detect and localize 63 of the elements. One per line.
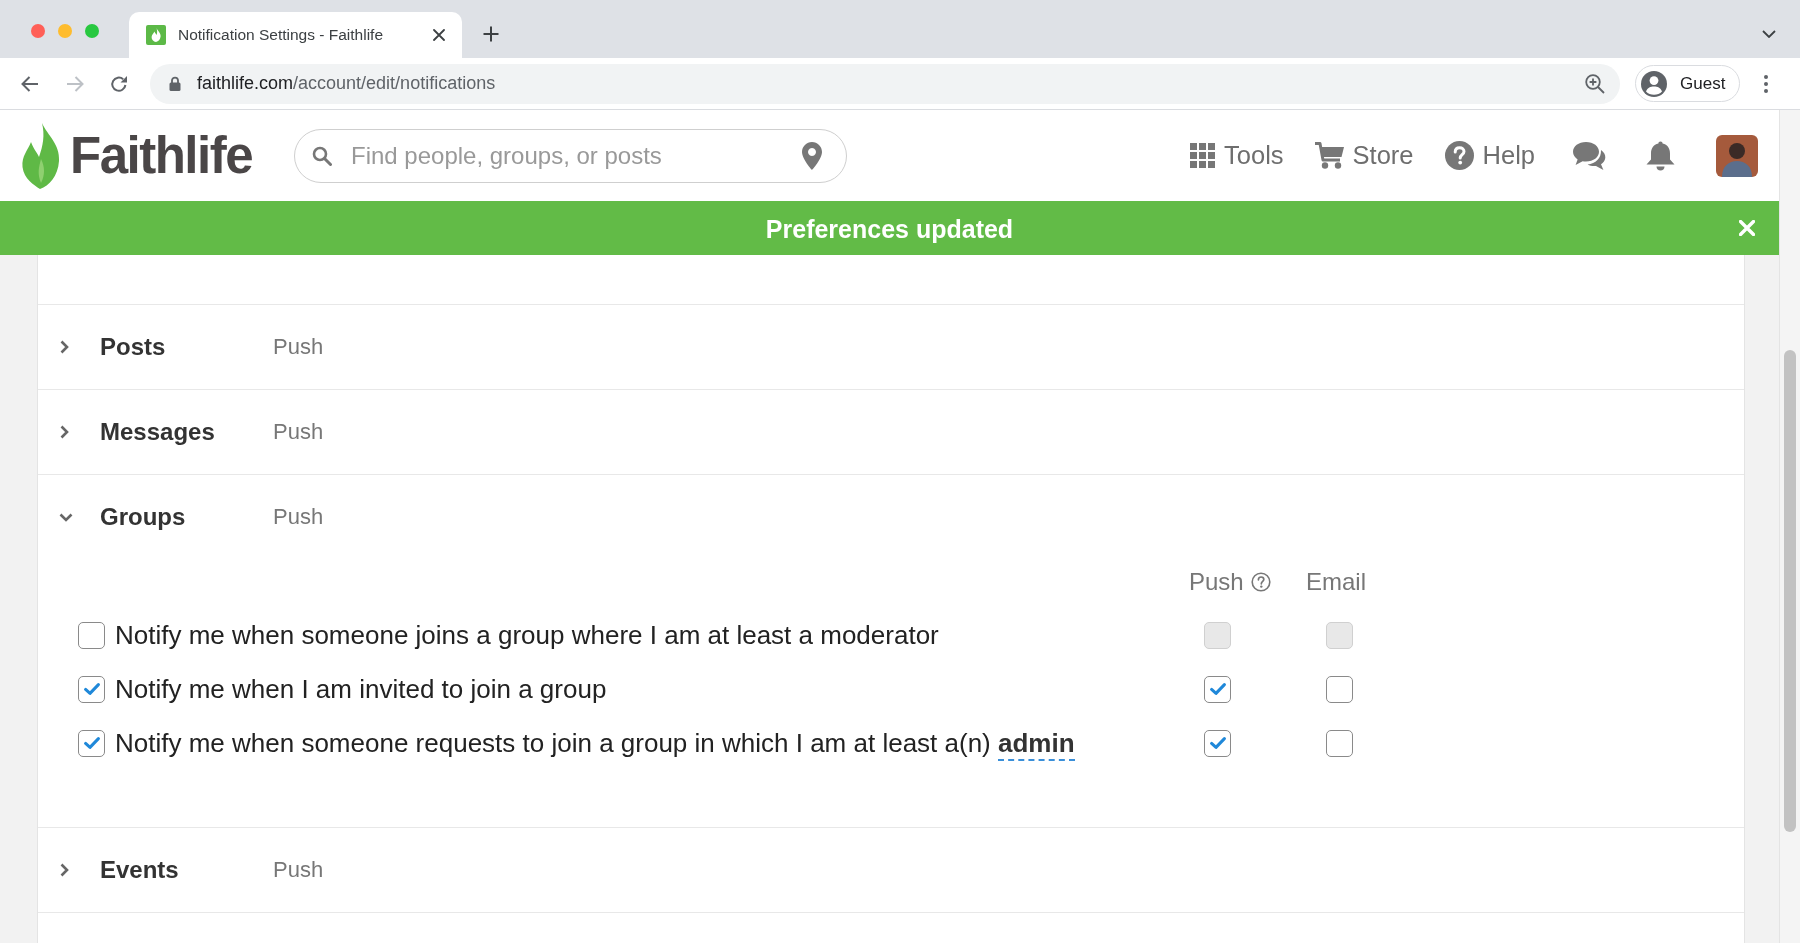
profile-icon — [1641, 70, 1667, 97]
tab-title: Notification Settings - Faithlife — [178, 26, 384, 44]
setting-label: Notify me when I am invited to join a group — [115, 673, 607, 705]
location-pin-icon[interactable] — [802, 141, 822, 170]
chevron-down-icon[interactable] — [59, 512, 73, 522]
nav-link[interactable]: Store — [1314, 141, 1414, 170]
cart-icon — [1314, 142, 1344, 169]
new-tab-icon[interactable] — [483, 26, 499, 42]
help-icon[interactable] — [1250, 572, 1271, 592]
section-summary: Push — [273, 857, 324, 883]
nav-link[interactable]: Help — [1444, 141, 1535, 170]
profile-button[interactable]: Guest — [1635, 65, 1741, 102]
section-summary: Push — [273, 504, 324, 530]
chevron-right-icon[interactable] — [60, 340, 69, 354]
checkmark-icon — [1209, 683, 1226, 695]
checkbox[interactable] — [78, 729, 105, 757]
grid-icon — [1190, 143, 1216, 168]
scrollbar-thumb[interactable] — [1784, 350, 1796, 832]
flame-icon — [21, 122, 60, 189]
flame-favicon-icon — [146, 25, 166, 45]
chat-icon[interactable] — [1572, 140, 1606, 171]
setting-label: Notify me when someone requests to join a group in which I am at least a(n) admin — [115, 727, 1075, 759]
role-link[interactable]: admin — [998, 727, 1075, 761]
checkbox[interactable] — [78, 621, 105, 649]
section-summary: Push — [273, 419, 324, 445]
banner-message: Preferences updated — [765, 215, 1014, 244]
column-header: Push — [1189, 568, 1244, 596]
user-avatar[interactable] — [1716, 134, 1758, 177]
chevron-right-icon[interactable] — [60, 425, 69, 439]
section-title[interactable]: Groups — [100, 503, 273, 531]
nav-link[interactable]: Tools — [1190, 141, 1284, 170]
help-icon — [1444, 141, 1474, 170]
section-summary: Push — [273, 334, 324, 360]
chevron-down-icon[interactable] — [1762, 30, 1776, 38]
browser-tab[interactable]: Notification Settings - Faithlife — [129, 12, 462, 58]
address-bar[interactable]: faithlife.com/account/edit/notifications — [150, 63, 1620, 104]
channel-checkbox[interactable] — [1325, 675, 1353, 703]
checkmark-icon — [83, 683, 100, 695]
search-icon — [312, 145, 332, 166]
checkbox[interactable] — [78, 675, 105, 703]
close-icon[interactable] — [1739, 220, 1755, 236]
lock-icon — [169, 76, 181, 91]
setting-label: Notify me when someone joins a group where I am at least a moderator — [115, 619, 939, 651]
more-menu-icon[interactable] — [1764, 74, 1769, 93]
back-icon[interactable] — [21, 75, 39, 92]
bell-icon[interactable] — [1646, 140, 1675, 171]
checkmark-icon — [1209, 737, 1226, 749]
search-field[interactable]: Find people, groups, or posts — [294, 128, 847, 183]
checkmark-icon — [83, 737, 100, 749]
channel-checkbox[interactable] — [1204, 675, 1231, 703]
close-tab-icon[interactable] — [433, 29, 445, 41]
channel-checkbox[interactable] — [1204, 729, 1231, 757]
close-window-icon[interactable] — [31, 24, 45, 38]
section-title[interactable]: Messages — [100, 418, 273, 446]
url-text: faithlife.com/account/edit/notifications — [197, 73, 496, 94]
logo-link[interactable]: Faithlife — [21, 122, 294, 189]
column-header: Email — [1306, 568, 1366, 596]
reload-icon[interactable] — [110, 74, 128, 93]
zoom-icon[interactable] — [1585, 73, 1605, 94]
channel-checkbox[interactable] — [1325, 729, 1353, 757]
section-title[interactable]: Posts — [100, 333, 273, 361]
section-title[interactable]: Events — [100, 856, 273, 884]
chevron-right-icon[interactable] — [60, 863, 69, 877]
